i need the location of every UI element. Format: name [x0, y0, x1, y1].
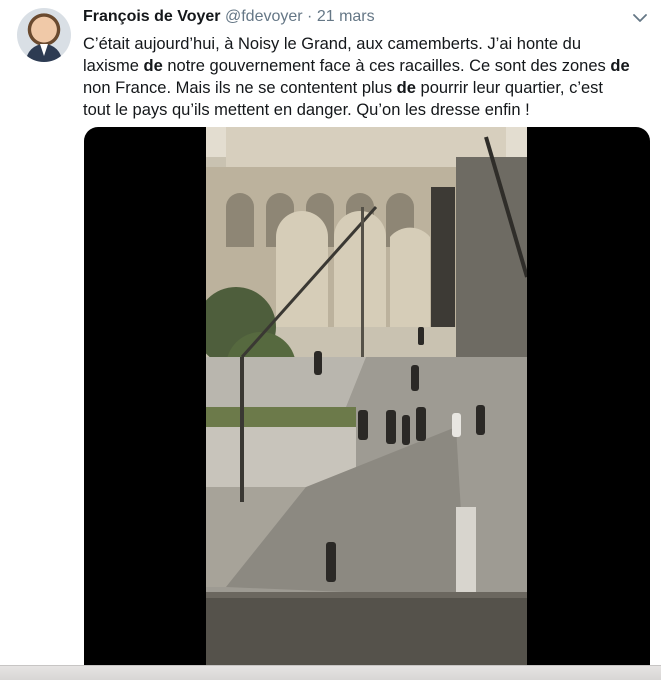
author-name[interactable]: François de Voyer: [83, 8, 221, 25]
video-scene: [206, 127, 527, 665]
tweet-text-segment: tout le pays qu’ils mettent en danger. Q…: [83, 101, 530, 119]
video-frame[interactable]: [206, 127, 527, 665]
tweet[interactable]: François de Voyer @fdevoyer · 21 mars C’…: [0, 0, 661, 665]
chevron-down-icon[interactable]: [631, 9, 649, 27]
tweet-text-line: non France. Mais ils ne se contentent pl…: [83, 77, 653, 99]
tweet-text-bold: de: [143, 57, 163, 75]
tweet-video[interactable]: [84, 127, 650, 665]
author-handle[interactable]: @fdevoyer: [225, 8, 303, 25]
tweet-text-line: laxisme de notre gouvernement face à ces…: [83, 55, 653, 77]
tweet-text-segment: pourrir leur quartier, c’est: [415, 79, 604, 97]
tweet-date[interactable]: 21 mars: [317, 8, 375, 25]
tweet-text-line: C’était aujourd’hui, à Noisy le Grand, a…: [83, 33, 653, 55]
tweet-text-segment: notre gouvernement face à ces racailles.…: [162, 57, 611, 75]
tweet-text-line: tout le pays qu’ils mettent en danger. Q…: [83, 99, 653, 121]
avatar[interactable]: [17, 8, 71, 62]
tweet-text-bold: de: [396, 79, 416, 97]
tweet-text-segment: non France. Mais ils ne se contentent pl…: [83, 79, 397, 97]
tweet-text-bold: de: [610, 57, 630, 75]
tweet-text-segment: laxisme: [83, 57, 144, 75]
tweet-header: François de Voyer @fdevoyer · 21 mars: [83, 8, 375, 30]
tweet-text-segment: C’était aujourd’hui, à Noisy le Grand, a…: [83, 35, 582, 53]
bottom-bar: [0, 665, 661, 680]
tweet-text: C’était aujourd’hui, à Noisy le Grand, a…: [83, 33, 653, 121]
separator-dot: ·: [307, 8, 313, 25]
